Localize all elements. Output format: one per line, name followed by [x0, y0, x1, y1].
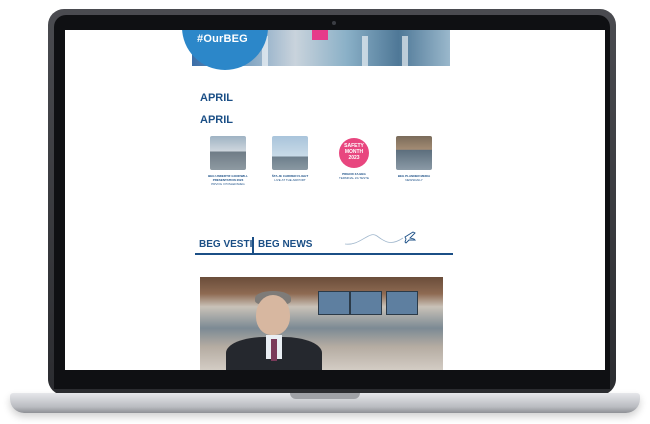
news-label-en: BEG NEWS [258, 239, 313, 250]
tile-subtitle: PRVOG I POSLEDNJEG [211, 182, 245, 186]
news-tile[interactable]: BEG PLANNER MEDIA NEWSDAILY [383, 136, 445, 182]
month-heading: APRIL [200, 114, 233, 126]
webcam-icon [332, 21, 336, 25]
tower-photo-icon [272, 136, 308, 170]
web-page[interactable]: #OurBEG APRIL APRIL BEG UNDERTIF GOODWIL… [65, 30, 605, 370]
tile-subtitle: TERMINAL ZA TESTE [338, 176, 369, 180]
news-tile[interactable]: SAFETY MONTH 2023 PRIHOD ZA BEG TERMINAL… [323, 136, 385, 180]
news-tiles: BEG UNDERTIF GOODWILL PRESENTATION 2023 … [205, 136, 455, 196]
news-tile[interactable]: BEG UNDERTIF GOODWILL PRESENTATION 2023 … [197, 136, 259, 186]
hashtag-label: #OurBEG [197, 33, 248, 45]
news-photo[interactable] [200, 277, 443, 370]
month-heading: APRIL [200, 92, 233, 104]
laptop-notch [290, 393, 360, 399]
tile-subtitle: NEWSDAILY [405, 178, 423, 182]
airport-photo-icon [210, 136, 246, 170]
screen-chin [54, 370, 610, 389]
header-divider [252, 237, 254, 253]
news-label-sr: BEG VESTI [199, 239, 253, 250]
news-section-header: BEG VESTI BEG NEWS [195, 237, 453, 255]
safety-badge-icon: SAFETY MONTH 2023 [339, 138, 369, 168]
tile-subtitle: LIVE AT THE AIRPORT [274, 178, 306, 182]
tile-title: BEG UNDERTIF GOODWILL PRESENTATION 2023 [208, 174, 248, 182]
meeting-photo-icon [396, 136, 432, 170]
news-tile[interactable]: ŠTA JE CARRIER FLIGHT LIVE AT THE AIRPOR… [259, 136, 321, 182]
